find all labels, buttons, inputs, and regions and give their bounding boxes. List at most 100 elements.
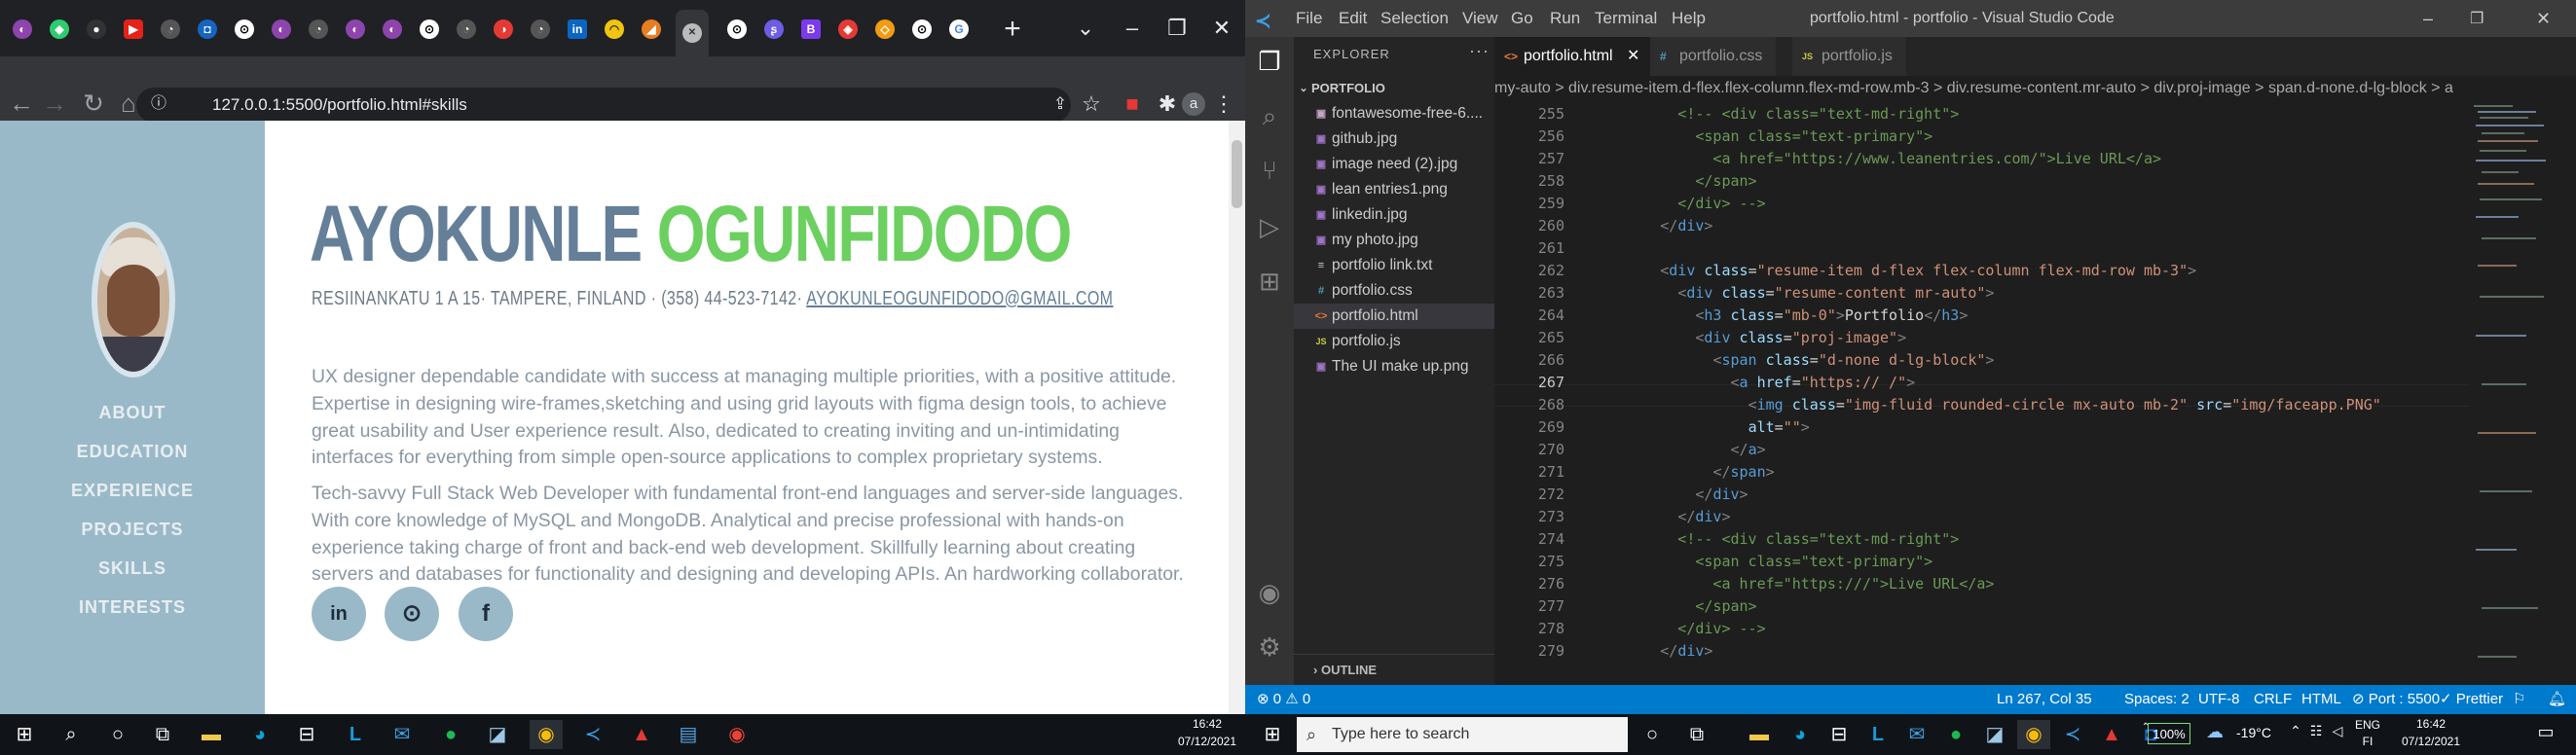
menu-edit[interactable]: Edit bbox=[1339, 9, 1367, 28]
tab-favicon[interactable]: ◐ bbox=[6, 10, 39, 49]
settings-gear-icon[interactable]: ⚙ bbox=[1255, 632, 1284, 662]
battery-indicator[interactable]: 100% bbox=[2148, 723, 2190, 744]
outline-section[interactable]: › OUTLINE bbox=[1294, 654, 1494, 685]
file-item[interactable]: # portfolio.css bbox=[1294, 278, 1494, 304]
github-icon[interactable]: ⊙ bbox=[385, 587, 439, 641]
nav-about[interactable]: ABOUT bbox=[0, 403, 265, 423]
app-l-icon[interactable]: L bbox=[339, 720, 372, 749]
menu-terminal[interactable]: Terminal bbox=[1595, 9, 1657, 28]
google-tab-icon[interactable]: G bbox=[942, 10, 975, 49]
tab-portfolio-css[interactable]: # portfolio.css bbox=[1650, 37, 1778, 76]
linkedin-icon[interactable]: in bbox=[312, 587, 366, 641]
edge-icon[interactable]: ◕ bbox=[243, 720, 276, 749]
explorer-icon[interactable]: ❐ bbox=[1255, 47, 1284, 76]
minimize-button[interactable]: – bbox=[2423, 9, 2433, 29]
nav-education[interactable]: EDUCATION bbox=[0, 442, 265, 462]
tab-favicon[interactable]: ʂ bbox=[757, 10, 791, 49]
nav-experience[interactable]: EXPERIENCE bbox=[0, 481, 265, 501]
email-link[interactable]: AYOKUNLEOGUNFIDODO@GMAIL.COM bbox=[806, 288, 1113, 309]
file-item[interactable]: ▣ my photo.jpg bbox=[1294, 228, 1494, 253]
breadcrumb[interactable]: my-auto > div.resume-item.d-flex.flex-co… bbox=[1494, 76, 2576, 101]
vscode-icon[interactable]: ≺ bbox=[2056, 720, 2089, 749]
tab-search-icon[interactable]: ⌄ bbox=[1063, 0, 1108, 56]
cortana-icon[interactable]: ○ bbox=[101, 720, 134, 749]
network-icon[interactable]: ☷ bbox=[2305, 723, 2327, 739]
new-tab-button[interactable]: + bbox=[993, 10, 1032, 49]
github-tab-icon[interactable]: ⊙ bbox=[720, 10, 754, 49]
edge-icon[interactable]: ◕ bbox=[1784, 720, 1817, 749]
notifications-bell-icon[interactable]: 🔔︎ bbox=[2548, 685, 2566, 714]
clock-time[interactable]: 16:42 bbox=[2387, 717, 2475, 731]
app-icon[interactable]: ◪ bbox=[1978, 720, 2011, 749]
nav-projects[interactable]: PROJECTS bbox=[0, 520, 265, 540]
menu-view[interactable]: View bbox=[1462, 9, 1498, 28]
page-scrollbar[interactable] bbox=[1229, 121, 1245, 714]
tab-favicon[interactable]: ◈ bbox=[831, 10, 865, 49]
acrobat-icon[interactable]: ▲ bbox=[2095, 720, 2128, 749]
tab-favicon[interactable]: ◢ bbox=[635, 10, 668, 49]
nav-interests[interactable]: INTERESTS bbox=[0, 597, 265, 618]
file-item[interactable]: JS portfolio.js bbox=[1294, 329, 1494, 354]
active-tab[interactable]: ✕ bbox=[676, 10, 709, 56]
account-icon[interactable]: ◉ bbox=[1255, 578, 1284, 607]
feedback-icon[interactable]: ⚐ bbox=[2513, 685, 2525, 714]
taskbar-search-input[interactable]: ⌕ Type here to search bbox=[1297, 717, 1628, 752]
app-l-icon[interactable]: L bbox=[1861, 720, 1895, 749]
tab-favicon[interactable]: B bbox=[794, 10, 828, 49]
app-icon[interactable]: ◪ bbox=[481, 720, 514, 749]
language-code[interactable]: ENG bbox=[2350, 718, 2385, 732]
clock-time[interactable]: 16:42 bbox=[1168, 717, 1246, 731]
file-item[interactable]: ≡ portfolio link.txt bbox=[1294, 253, 1494, 278]
tab-favicon[interactable]: ◑ bbox=[487, 10, 520, 49]
weather-icon[interactable]: ☁ bbox=[2200, 722, 2229, 742]
github-tab-icon[interactable]: ⊙ bbox=[228, 10, 261, 49]
photos-icon[interactable]: ▤ bbox=[672, 720, 705, 749]
source-control-icon[interactable]: ⑂ bbox=[1255, 156, 1284, 185]
task-view-icon[interactable]: ⧉ bbox=[1680, 720, 1713, 749]
prettier-status[interactable]: ✓ Prettier bbox=[2440, 685, 2503, 714]
reload-icon[interactable]: ↻ bbox=[74, 84, 113, 123]
cursor-position[interactable]: Ln 267, Col 35 bbox=[1997, 685, 2092, 714]
tab-favicon[interactable]: ◔ bbox=[450, 10, 483, 49]
github-tab-icon[interactable]: ⊙ bbox=[413, 10, 446, 49]
more-actions-icon[interactable]: ··· bbox=[1469, 41, 1490, 61]
profile-avatar[interactable]: a bbox=[1182, 92, 1205, 116]
keyboard-layout[interactable]: FI bbox=[2350, 735, 2385, 748]
clock-date[interactable]: 07/12/2021 bbox=[1168, 735, 1246, 748]
url-text[interactable]: 127.0.0.1:5500/portfolio.html#skills bbox=[212, 92, 467, 118]
vscode-icon[interactable]: ≺ bbox=[576, 720, 609, 749]
encoding[interactable]: UTF-8 bbox=[2198, 685, 2240, 714]
run-debug-icon[interactable]: ▷ bbox=[1255, 212, 1284, 241]
file-item[interactable]: ▣ image need (2).jpg bbox=[1294, 152, 1494, 177]
action-center-icon[interactable]: ▭ bbox=[2531, 722, 2560, 742]
menu-run[interactable]: Run bbox=[1550, 9, 1580, 28]
file-item-selected[interactable]: <> portfolio.html bbox=[1294, 304, 1494, 329]
youtube-tab-icon[interactable]: ▶ bbox=[117, 10, 150, 49]
restore-button[interactable]: ❐ bbox=[2470, 9, 2484, 28]
cortana-icon[interactable]: ○ bbox=[1636, 720, 1669, 749]
windows-start-icon[interactable]: ⊞ bbox=[1256, 720, 1289, 749]
language-mode[interactable]: HTML bbox=[2301, 685, 2341, 714]
file-item[interactable]: ▣ The UI make up.png bbox=[1294, 354, 1494, 379]
tab-portfolio-js[interactable]: JS portfolio.js bbox=[1792, 37, 1907, 76]
chrome-icon[interactable]: ◉ bbox=[530, 720, 563, 749]
tab-favicon[interactable]: ◘ bbox=[191, 10, 224, 49]
tab-portfolio-html[interactable]: <> portfolio.html ✕ bbox=[1494, 37, 1655, 76]
close-button[interactable]: ✕ bbox=[2536, 9, 2551, 29]
menu-go[interactable]: Go bbox=[1511, 9, 1533, 28]
share-icon[interactable]: ⇪ bbox=[1046, 90, 1075, 119]
linkedin-tab-icon[interactable]: in bbox=[561, 10, 594, 49]
tab-favicon[interactable]: ◆ bbox=[43, 10, 76, 49]
tab-favicon[interactable]: ◔ bbox=[524, 10, 557, 49]
tab-favicon[interactable]: ◠ bbox=[598, 10, 631, 49]
bookmark-star-icon[interactable]: ☆ bbox=[1077, 90, 1106, 119]
extensions-icon[interactable]: ✱ bbox=[1153, 90, 1182, 119]
spotify-icon[interactable]: ● bbox=[434, 720, 467, 749]
forward-icon[interactable]: → bbox=[35, 84, 74, 123]
volume-icon[interactable]: ◁ bbox=[2327, 723, 2348, 739]
show-hidden-icon[interactable]: ⌃ bbox=[2286, 723, 2305, 739]
search-icon[interactable]: ⌕ bbox=[1255, 101, 1284, 130]
chrome-icon[interactable]: ◉ bbox=[2017, 720, 2050, 749]
store-icon[interactable]: ⊟ bbox=[290, 720, 323, 749]
file-item[interactable]: ▣ github.jpg bbox=[1294, 126, 1494, 152]
